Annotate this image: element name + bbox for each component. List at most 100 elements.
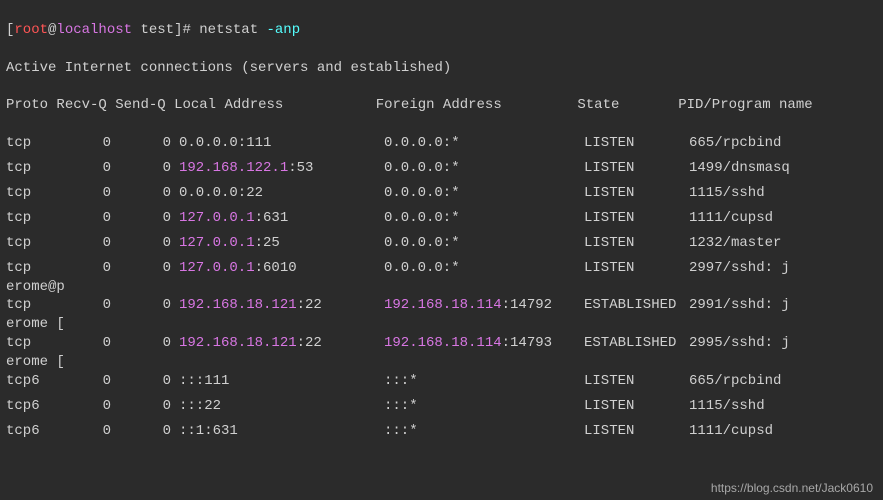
cell-recvq: 0	[56, 372, 111, 391]
cell-pid-program: 1115/sshd	[689, 397, 765, 416]
table-row: tcp600::1:631:::*LISTEN1111/cupsd	[6, 422, 877, 441]
cell-sendq: 0	[111, 184, 179, 203]
cell-pid-program: 1499/dnsmasq	[689, 159, 790, 178]
local-ip: 192.168.122.1	[179, 160, 288, 176]
cell-state: LISTEN	[584, 159, 689, 178]
cell-local-address: 0.0.0.0:22	[179, 184, 384, 203]
cell-sendq: 0	[111, 159, 179, 178]
cell-recvq: 0	[56, 397, 111, 416]
cell-foreign-address: 0.0.0.0:*	[384, 134, 584, 153]
cell-pid-program: 665/rpcbind	[689, 134, 781, 153]
cell-recvq: 0	[56, 259, 111, 278]
prompt-user: root	[14, 22, 48, 38]
cell-local-address: 127.0.0.1:25	[179, 234, 384, 253]
table-row-continuation: erome [	[6, 353, 877, 372]
table-row-continuation: erome [	[6, 315, 877, 334]
cell-foreign-address: :::*	[384, 372, 584, 391]
cell-proto: tcp	[6, 259, 56, 278]
cell-foreign-address: 0.0.0.0:*	[384, 259, 584, 278]
prompt-close: ]#	[174, 22, 199, 38]
cell-foreign-address: :::*	[384, 397, 584, 416]
cell-proto: tcp	[6, 159, 56, 178]
cell-recvq: 0	[56, 209, 111, 228]
local-port: ::1:631	[179, 423, 238, 439]
cell-state: ESTABLISHED	[584, 296, 689, 315]
hdr-sendq: Send-Q	[115, 97, 165, 113]
command-flag: -anp	[267, 22, 301, 38]
cell-sendq: 0	[111, 372, 179, 391]
local-port: :53	[288, 160, 313, 176]
cell-state: LISTEN	[584, 209, 689, 228]
cell-proto: tcp6	[6, 397, 56, 416]
cell-recvq: 0	[56, 296, 111, 315]
table-row: tcp00192.168.18.121:22192.168.18.114:147…	[6, 334, 877, 353]
cell-local-address: 192.168.18.121:22	[179, 296, 384, 315]
cell-pid-program: 2991/sshd: j	[689, 296, 790, 315]
local-port: 0.0.0.0:111	[179, 135, 271, 151]
local-ip: 127.0.0.1	[179, 210, 255, 226]
cell-proto: tcp6	[6, 422, 56, 441]
local-ip: 192.168.18.121	[179, 297, 297, 313]
local-port: 0.0.0.0:22	[179, 185, 263, 201]
cell-proto: tcp	[6, 184, 56, 203]
cell-foreign-address: 0.0.0.0:*	[384, 234, 584, 253]
cell-local-address: ::1:631	[179, 422, 384, 441]
cell-state: LISTEN	[584, 184, 689, 203]
local-ip: 127.0.0.1	[179, 235, 255, 251]
cell-foreign-address: 0.0.0.0:*	[384, 159, 584, 178]
cell-local-address: 127.0.0.1:631	[179, 209, 384, 228]
cell-foreign-address: 192.168.18.114:14792	[384, 296, 584, 315]
cell-pid-program: 1232/master	[689, 234, 781, 253]
local-port: :631	[255, 210, 289, 226]
cell-state: ESTABLISHED	[584, 334, 689, 353]
table-row: tcp000.0.0.0:1110.0.0.0:*LISTEN665/rpcbi…	[6, 134, 877, 153]
cell-recvq: 0	[56, 422, 111, 441]
cell-state: LISTEN	[584, 372, 689, 391]
table-row: tcp00192.168.18.121:22192.168.18.114:147…	[6, 296, 877, 315]
local-port: :22	[297, 297, 322, 313]
foreign-port: :::*	[384, 373, 418, 389]
local-port: :::111	[179, 373, 229, 389]
table-row: tcp00127.0.0.1:60100.0.0.0:*LISTEN2997/s…	[6, 259, 877, 278]
foreign-port: :::*	[384, 423, 418, 439]
table-header: Proto Recv-Q Send-Q Local Address Foreig…	[6, 96, 877, 115]
hdr-local: Local Address	[174, 97, 283, 113]
command-text: netstat	[199, 22, 266, 38]
foreign-port: 0.0.0.0:*	[384, 235, 460, 251]
cell-proto: tcp	[6, 209, 56, 228]
foreign-port: 0.0.0.0:*	[384, 210, 460, 226]
table-row: tcp000.0.0.0:220.0.0.0:*LISTEN1115/sshd	[6, 184, 877, 203]
foreign-ip: 192.168.18.114	[384, 297, 502, 313]
connections-title: Active Internet connections (servers and…	[6, 59, 877, 78]
cell-sendq: 0	[111, 134, 179, 153]
cell-recvq: 0	[56, 234, 111, 253]
cell-local-address: 0.0.0.0:111	[179, 134, 384, 153]
table-row: tcp600:::111:::*LISTEN665/rpcbind	[6, 372, 877, 391]
cell-local-address: :::111	[179, 372, 384, 391]
cell-foreign-address: :::*	[384, 422, 584, 441]
cell-state: LISTEN	[584, 259, 689, 278]
cell-state: LISTEN	[584, 134, 689, 153]
local-port: :22	[297, 335, 322, 351]
cell-local-address: 192.168.18.121:22	[179, 334, 384, 353]
cell-sendq: 0	[111, 296, 179, 315]
local-ip: 192.168.18.121	[179, 335, 297, 351]
cell-pid-program: 1111/cupsd	[689, 209, 773, 228]
terminal-output[interactable]: [root@localhost test]# netstat -anp Acti…	[0, 0, 883, 462]
hdr-recvq: Recv-Q	[56, 97, 106, 113]
foreign-port: 0.0.0.0:*	[384, 185, 460, 201]
cell-state: LISTEN	[584, 234, 689, 253]
table-row: tcp600:::22:::*LISTEN1115/sshd	[6, 397, 877, 416]
cell-proto: tcp	[6, 334, 56, 353]
cell-foreign-address: 192.168.18.114:14793	[384, 334, 584, 353]
cell-recvq: 0	[56, 134, 111, 153]
local-port: :25	[255, 235, 280, 251]
foreign-port: :14793	[502, 335, 552, 351]
table-row-continuation: erome@p	[6, 278, 877, 297]
foreign-port: 0.0.0.0:*	[384, 160, 460, 176]
cell-sendq: 0	[111, 422, 179, 441]
cell-local-address: :::22	[179, 397, 384, 416]
foreign-port: :::*	[384, 398, 418, 414]
table-row: tcp00127.0.0.1:250.0.0.0:*LISTEN1232/mas…	[6, 234, 877, 253]
hdr-state: State	[577, 97, 619, 113]
